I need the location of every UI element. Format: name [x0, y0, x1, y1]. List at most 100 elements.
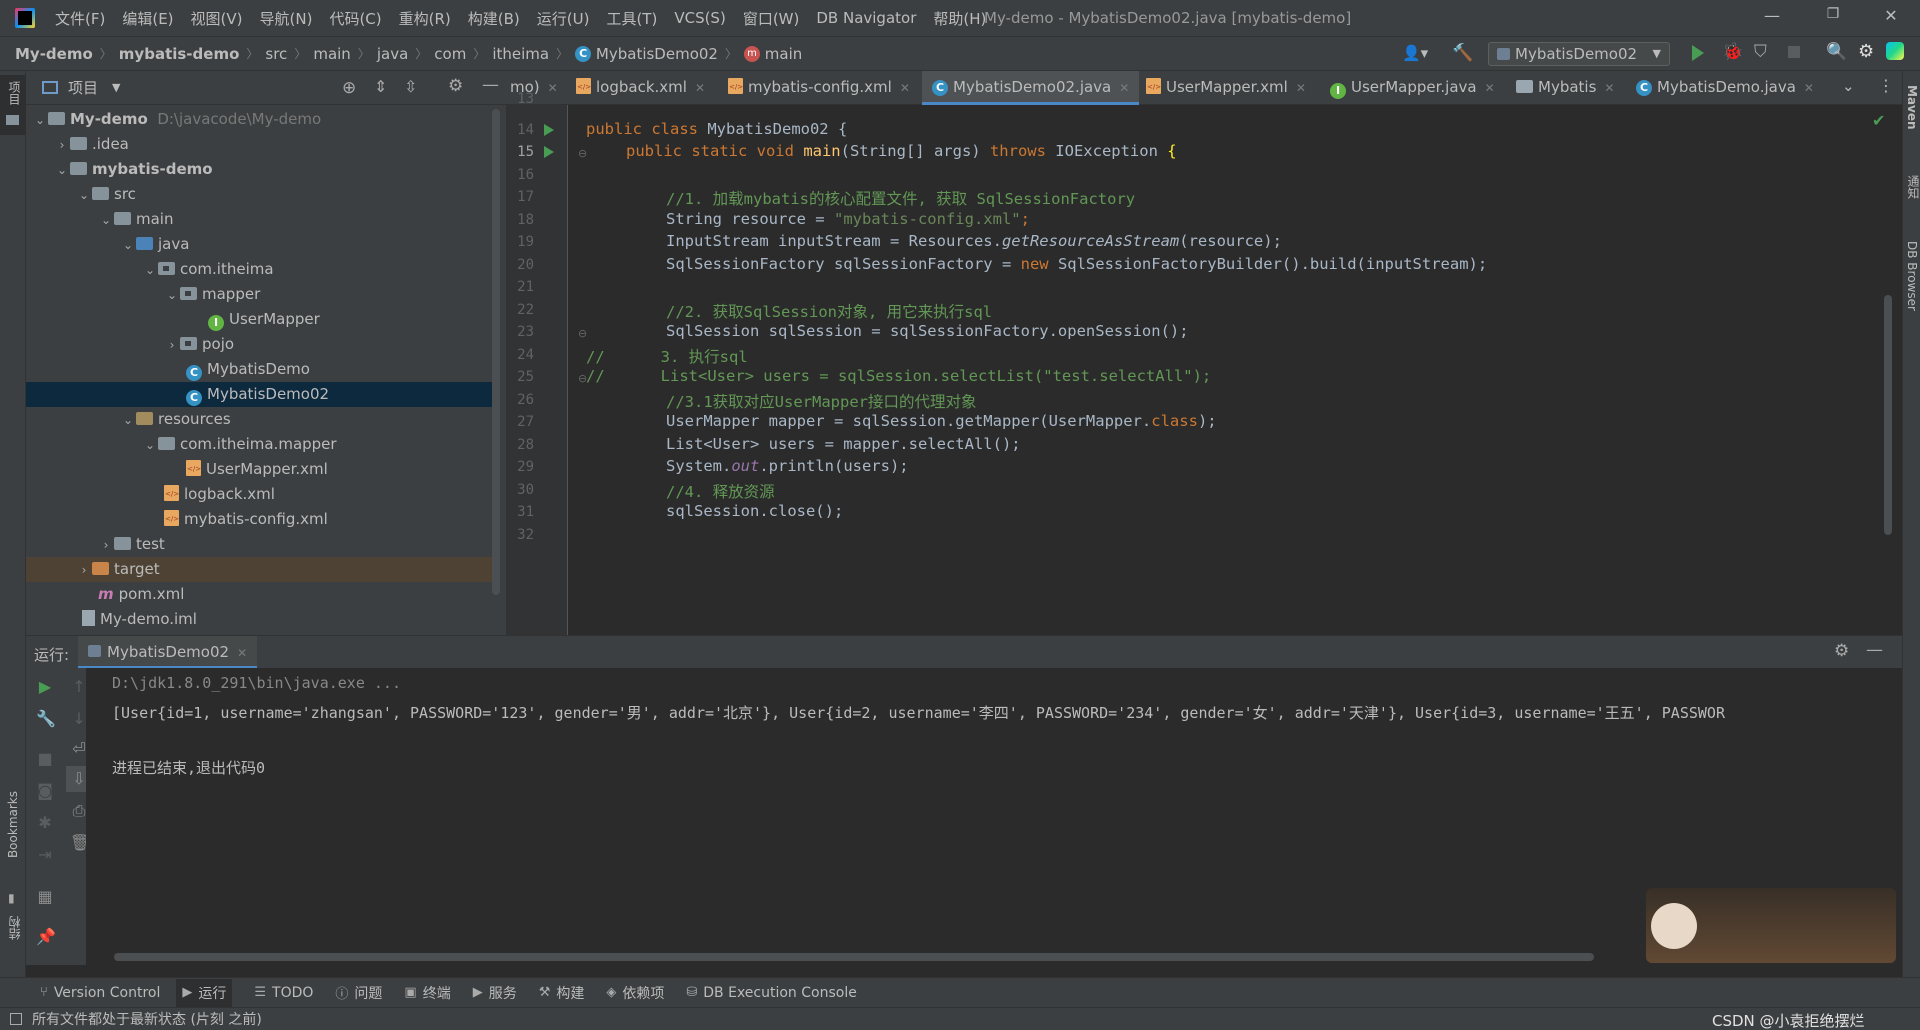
run-main-gutter-icon[interactable]	[544, 146, 554, 158]
status-square-icon[interactable]	[10, 1013, 22, 1025]
menu-tools[interactable]: 工具(T)	[606, 8, 657, 29]
stop-icon[interactable]	[1788, 46, 1800, 58]
breadcrumb-main[interactable]: main	[313, 45, 350, 63]
layout-icon[interactable]: ▦	[36, 888, 54, 906]
tree-item-my-demo-iml[interactable]: My-demo.iml	[26, 607, 496, 632]
breadcrumb-module[interactable]: mybatis-demo	[119, 45, 240, 63]
search-icon[interactable]: 🔍	[1826, 42, 1847, 62]
tree-item-main[interactable]: ⌄ main	[26, 207, 496, 232]
tree-item-test[interactable]: › test	[26, 532, 496, 557]
tab-mybatisdemo-java[interactable]: C MybatisDemo.java ✕	[1636, 71, 1814, 105]
tab-mybatis[interactable]: Mybatis ✕	[1516, 71, 1614, 105]
tree-item-src[interactable]: ⌄ src	[26, 182, 496, 207]
menu-file[interactable]: 文件(F)	[55, 8, 105, 29]
settings-gear-icon[interactable]: ⚙	[1858, 41, 1874, 62]
tree-item-resources[interactable]: ⌄ resources	[26, 407, 496, 432]
problems-tool[interactable]: ⓘ 问题	[335, 983, 382, 1003]
close-tab-icon[interactable]: ✕	[1119, 81, 1129, 95]
menu-window[interactable]: 窗口(W)	[743, 8, 800, 29]
tree-item-logback-xml[interactable]: logback.xml	[26, 482, 496, 507]
menu-view[interactable]: 视图(V)	[191, 8, 243, 29]
chevron-down-icon[interactable]: ⌄	[120, 233, 136, 258]
run-class-gutter-icon[interactable]	[544, 124, 554, 136]
close-tab-icon[interactable]: ✕	[1485, 81, 1495, 95]
run-tab[interactable]: MybatisDemo02 ✕	[78, 636, 258, 669]
db-browser-tool-label[interactable]: DB Browser	[1905, 241, 1919, 311]
minimize-icon[interactable]: —	[1762, 6, 1782, 26]
tree-item-target[interactable]: › target	[26, 557, 496, 582]
stop-icon[interactable]: ■	[36, 750, 54, 768]
menu-refactor[interactable]: 重构(R)	[399, 8, 451, 29]
dropdown-arrow-icon[interactable]: ▼	[112, 81, 120, 94]
editor-scrollbar[interactable]	[1884, 295, 1892, 535]
close-tab-icon[interactable]: ✕	[1804, 81, 1814, 95]
tab-list-chevron-icon[interactable]: ⌄	[1842, 77, 1855, 95]
menu-edit[interactable]: 编辑(E)	[122, 8, 173, 29]
options-gear-icon[interactable]: ⚙	[448, 76, 463, 96]
debug-icon[interactable]: 🐞	[1722, 42, 1743, 62]
menu-run[interactable]: 运行(U)	[537, 8, 590, 29]
breadcrumb-java[interactable]: java	[377, 45, 408, 63]
menu-build[interactable]: 构建(B)	[468, 8, 520, 29]
chevron-right-icon[interactable]: ›	[54, 133, 70, 158]
tab-mybatisdemo02-java[interactable]: C MybatisDemo02.java ✕	[922, 71, 1140, 105]
tab-usermapper-java[interactable]: I UserMapper.java ✕	[1330, 71, 1495, 105]
toolbox-icon[interactable]	[1886, 42, 1904, 60]
maven-tool-label[interactable]: Maven	[1905, 85, 1919, 130]
rerun-icon[interactable]: ▶	[36, 678, 54, 696]
debug-icon[interactable]: ✱	[36, 814, 54, 832]
run-console-output[interactable]: D:\jdk1.8.0_291\bin\java.exe ... [User{i…	[86, 668, 1902, 965]
locate-file-icon[interactable]: ⊕	[342, 78, 356, 98]
project-panel-title[interactable]: 项目	[68, 77, 98, 98]
structure-tool-button[interactable]: 结构	[0, 916, 26, 976]
tree-item-pom-xml[interactable]: m pom.xml	[26, 582, 496, 607]
breadcrumb-com[interactable]: com	[434, 45, 466, 63]
tree-item-usermapper-xml[interactable]: UserMapper.xml	[26, 457, 496, 482]
run-icon[interactable]	[1692, 45, 1704, 61]
tree-item-com-itheima[interactable]: ⌄ com.itheima	[26, 257, 496, 282]
collapse-all-icon[interactable]: ⇳	[404, 77, 417, 96]
coverage-icon[interactable]: ⛉	[1754, 42, 1767, 62]
project-scrollbar[interactable]	[492, 109, 500, 595]
tab-mybatis-config-xml[interactable]: mybatis-config.xml ✕	[728, 71, 910, 105]
breadcrumb-itheima[interactable]: itheima	[492, 45, 549, 63]
restore-icon[interactable]: ❐	[1823, 6, 1843, 26]
close-tab-icon[interactable]: ✕	[548, 81, 558, 95]
tree-item-mapper[interactable]: ⌄ mapper	[26, 282, 496, 307]
close-tab-icon[interactable]: ✕	[695, 81, 705, 95]
tree-item-usermapper[interactable]: I UserMapper	[26, 307, 496, 332]
exit-icon[interactable]: ⇥	[36, 846, 54, 864]
breadcrumb-class[interactable]: MybatisDemo02	[596, 45, 718, 63]
no-problems-check-icon[interactable]: ✔	[1872, 111, 1885, 130]
chevron-down-icon[interactable]: ⌄	[142, 433, 158, 458]
version-control-tool[interactable]: ⑂ Version Control	[40, 985, 160, 1001]
build-tool[interactable]: ⚒ 构建	[539, 983, 585, 1003]
code-editor[interactable]: 13 14 15 16 17 18 19 20 21 22 23 24 25 2…	[506, 91, 1902, 635]
breadcrumb-method[interactable]: main	[765, 45, 802, 63]
breadcrumb-project[interactable]: My-demo	[15, 45, 93, 63]
menu-code[interactable]: 代码(C)	[329, 8, 381, 29]
tab-logback-xml[interactable]: logback.xml ✕	[576, 71, 705, 105]
bookmarks-tool-button[interactable]: Bookmarks ▮	[0, 791, 26, 911]
user-icon[interactable]: 👤▾	[1402, 44, 1428, 62]
pin-icon[interactable]: 📌	[36, 928, 56, 946]
fold-icon[interactable]: ⊖	[578, 147, 587, 160]
run-config-selector[interactable]: MybatisDemo02 ▼	[1488, 42, 1670, 66]
menu-navigate[interactable]: 导航(N)	[260, 8, 313, 29]
camera-icon[interactable]: ◙	[36, 782, 54, 800]
expand-all-icon[interactable]: ⇕	[374, 77, 387, 96]
chevron-down-icon[interactable]: ⌄	[98, 208, 114, 233]
console-h-scrollbar[interactable]	[114, 953, 1594, 961]
fold-icon[interactable]: ⊖	[578, 327, 587, 340]
close-tab-icon[interactable]: ✕	[1604, 81, 1614, 95]
chevron-down-icon[interactable]: ⌄	[164, 283, 180, 308]
tree-item-idea[interactable]: › .idea	[26, 132, 496, 157]
chevron-down-icon[interactable]: ⌄	[76, 183, 92, 208]
tree-item-mybatis-config-xml[interactable]: mybatis-config.xml	[26, 507, 496, 532]
tree-item-pojo[interactable]: › pojo	[26, 332, 496, 357]
tree-item-mybatisdemo[interactable]: C MybatisDemo	[26, 357, 496, 382]
menu-db-navigator[interactable]: DB Navigator	[816, 9, 916, 27]
wrench-icon[interactable]: 🔧	[36, 710, 56, 728]
notifications-tool-label[interactable]: 通知	[1905, 175, 1920, 199]
close-tab-icon[interactable]: ✕	[1296, 81, 1306, 95]
